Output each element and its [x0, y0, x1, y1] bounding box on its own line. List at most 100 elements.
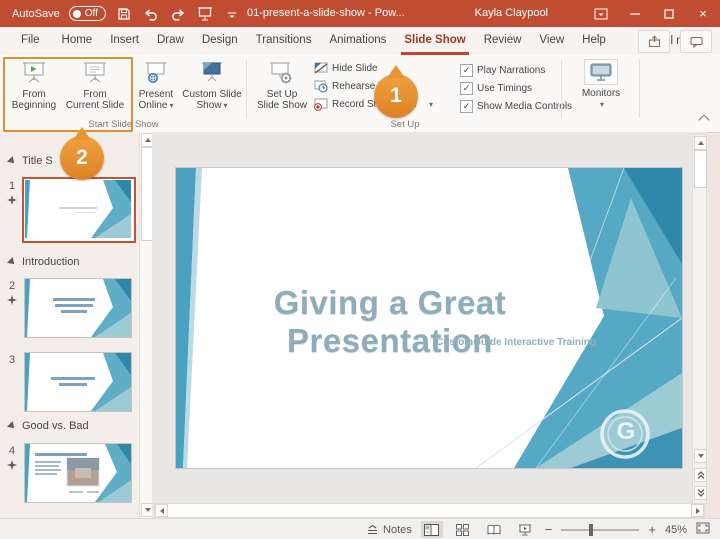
- arrow-right-icon: [696, 508, 700, 514]
- tab-animations[interactable]: Animations: [320, 27, 395, 55]
- slide-3-thumbnail[interactable]: [24, 352, 132, 412]
- group-separator: [639, 59, 640, 118]
- callout-step-2: 2: [60, 136, 104, 180]
- section-label: Introduction: [22, 256, 79, 268]
- comments-button[interactable]: [680, 30, 712, 53]
- group-label-setup: Set Up: [248, 119, 562, 130]
- autosave-toggle[interactable]: Off: [69, 6, 106, 21]
- scroll-up-button[interactable]: [694, 136, 707, 150]
- section-label: Title S: [22, 155, 53, 167]
- record-dropdown-icon[interactable]: [427, 99, 433, 110]
- notes-label: Notes: [383, 524, 412, 536]
- zoom-in-button[interactable]: +: [648, 522, 656, 537]
- previous-slide-button[interactable]: [694, 468, 707, 482]
- slide-subtitle[interactable]: CustomGuide Interactive Training: [436, 337, 596, 348]
- tab-insert[interactable]: Insert: [101, 27, 148, 55]
- fit-to-window-button[interactable]: [696, 522, 710, 537]
- tab-design[interactable]: Design: [193, 27, 247, 55]
- section-title-slide[interactable]: Title S: [8, 155, 53, 167]
- minimize-button[interactable]: [618, 0, 652, 27]
- reading-view-button[interactable]: [483, 521, 505, 538]
- section-expand-icon: [7, 156, 17, 166]
- normal-view-button[interactable]: [421, 521, 443, 538]
- from-beginning-button[interactable]: FromBeginning: [7, 60, 61, 111]
- hide-slide-button[interactable]: Hide Slide: [314, 62, 378, 75]
- maximize-button[interactable]: [652, 0, 686, 27]
- section-introduction[interactable]: Introduction: [8, 256, 79, 268]
- scroll-down-button[interactable]: [141, 503, 152, 517]
- scroll-right-button[interactable]: [691, 504, 704, 517]
- tab-draw[interactable]: Draw: [148, 27, 193, 55]
- share-icon: [648, 35, 661, 48]
- share-button[interactable]: [638, 30, 670, 53]
- start-slideshow-icon[interactable]: [196, 5, 214, 23]
- reading-view-icon: [487, 524, 501, 536]
- zoom-slider-thumb[interactable]: [589, 524, 593, 536]
- from-current-slide-button[interactable]: FromCurrent Slide: [62, 60, 128, 111]
- tab-review[interactable]: Review: [475, 27, 531, 55]
- editor-vertical-scrollbar[interactable]: [692, 134, 707, 505]
- tab-home[interactable]: Home: [53, 27, 102, 55]
- editor-horizontal-scrollbar[interactable]: [154, 503, 705, 518]
- undo-icon[interactable]: [142, 5, 160, 23]
- set-up-slide-show-icon: [268, 60, 296, 86]
- slide-2-thumbnail[interactable]: [24, 278, 132, 338]
- scroll-down-button[interactable]: [694, 449, 707, 463]
- customize-qat-icon[interactable]: [223, 5, 241, 23]
- section-good-vs-bad[interactable]: Good vs. Bad: [8, 420, 89, 432]
- from-current-label-1: From: [83, 89, 106, 100]
- close-button[interactable]: ×: [686, 0, 720, 27]
- slide-title[interactable]: Giving a Great Presentation: [184, 284, 596, 360]
- use-timings-checkbox[interactable]: Use Timings: [460, 82, 532, 95]
- custom-slide-show-button[interactable]: Custom SlideShow: [181, 60, 243, 111]
- tab-slide-show[interactable]: Slide Show: [395, 27, 474, 55]
- slide-sorter-view-button[interactable]: [452, 521, 474, 538]
- zoom-level[interactable]: 45%: [665, 524, 687, 536]
- tab-file[interactable]: File: [8, 27, 53, 55]
- zoom-out-button[interactable]: −: [545, 522, 553, 537]
- custom-show-label-2: Show: [196, 100, 227, 111]
- from-current-label-2: Current Slide: [66, 100, 124, 111]
- scroll-left-button[interactable]: [155, 504, 168, 517]
- tab-transitions[interactable]: Transitions: [247, 27, 321, 55]
- monitors-button[interactable]: Monitors: [576, 59, 626, 110]
- checkbox-checked-icon: [460, 100, 473, 113]
- arrow-down-icon: [698, 454, 704, 458]
- play-narrations-checkbox[interactable]: Play Narrations: [460, 64, 545, 77]
- present-online-button[interactable]: PresentOnline: [133, 60, 179, 111]
- slide-4-thumbnail[interactable]: [24, 443, 132, 503]
- tab-view[interactable]: View: [530, 27, 573, 55]
- set-up-slide-show-button[interactable]: Set UpSlide Show: [256, 60, 308, 111]
- slide-canvas[interactable]: Giving a Great Presentation CustomGuide …: [176, 168, 682, 468]
- checkbox-checked-icon: [460, 64, 473, 77]
- from-beginning-label-1: From: [22, 89, 45, 100]
- callout-2-number: 2: [76, 146, 88, 170]
- animation-star-icon: [7, 195, 17, 208]
- collapse-ribbon-icon[interactable]: [698, 114, 709, 125]
- group-separator: [246, 59, 247, 118]
- notes-button[interactable]: Notes: [367, 524, 412, 536]
- slide-show-view-button[interactable]: [514, 521, 536, 538]
- slide-number: 3: [9, 354, 15, 366]
- scrollbar-thumb[interactable]: [141, 147, 152, 241]
- tab-help[interactable]: Help: [573, 27, 615, 55]
- ribbon-display-options-icon[interactable]: [584, 0, 618, 27]
- autosave-label: AutoSave: [12, 8, 60, 20]
- user-name[interactable]: Kayla Claypool: [475, 0, 548, 27]
- slide-1-thumbnail[interactable]: [22, 177, 136, 243]
- redo-icon[interactable]: [169, 5, 187, 23]
- scroll-up-button[interactable]: [141, 133, 152, 147]
- custom-show-label-1: Custom Slide: [182, 89, 241, 100]
- scrollbar-thumb[interactable]: [694, 150, 707, 188]
- save-icon[interactable]: [115, 5, 133, 23]
- next-slide-button[interactable]: [694, 486, 707, 500]
- toggle-knob-icon: [73, 10, 81, 18]
- group-label-start: Start Slide Show: [0, 119, 247, 130]
- show-media-controls-checkbox[interactable]: Show Media Controls: [460, 100, 572, 113]
- zoom-slider[interactable]: [561, 529, 639, 531]
- callout-1-number: 1: [390, 84, 402, 108]
- arrow-up-icon: [698, 141, 704, 145]
- thumbnail-scrollbar[interactable]: [139, 132, 152, 518]
- normal-view-icon: [424, 524, 439, 536]
- monitors-dropdown-icon: [598, 99, 604, 110]
